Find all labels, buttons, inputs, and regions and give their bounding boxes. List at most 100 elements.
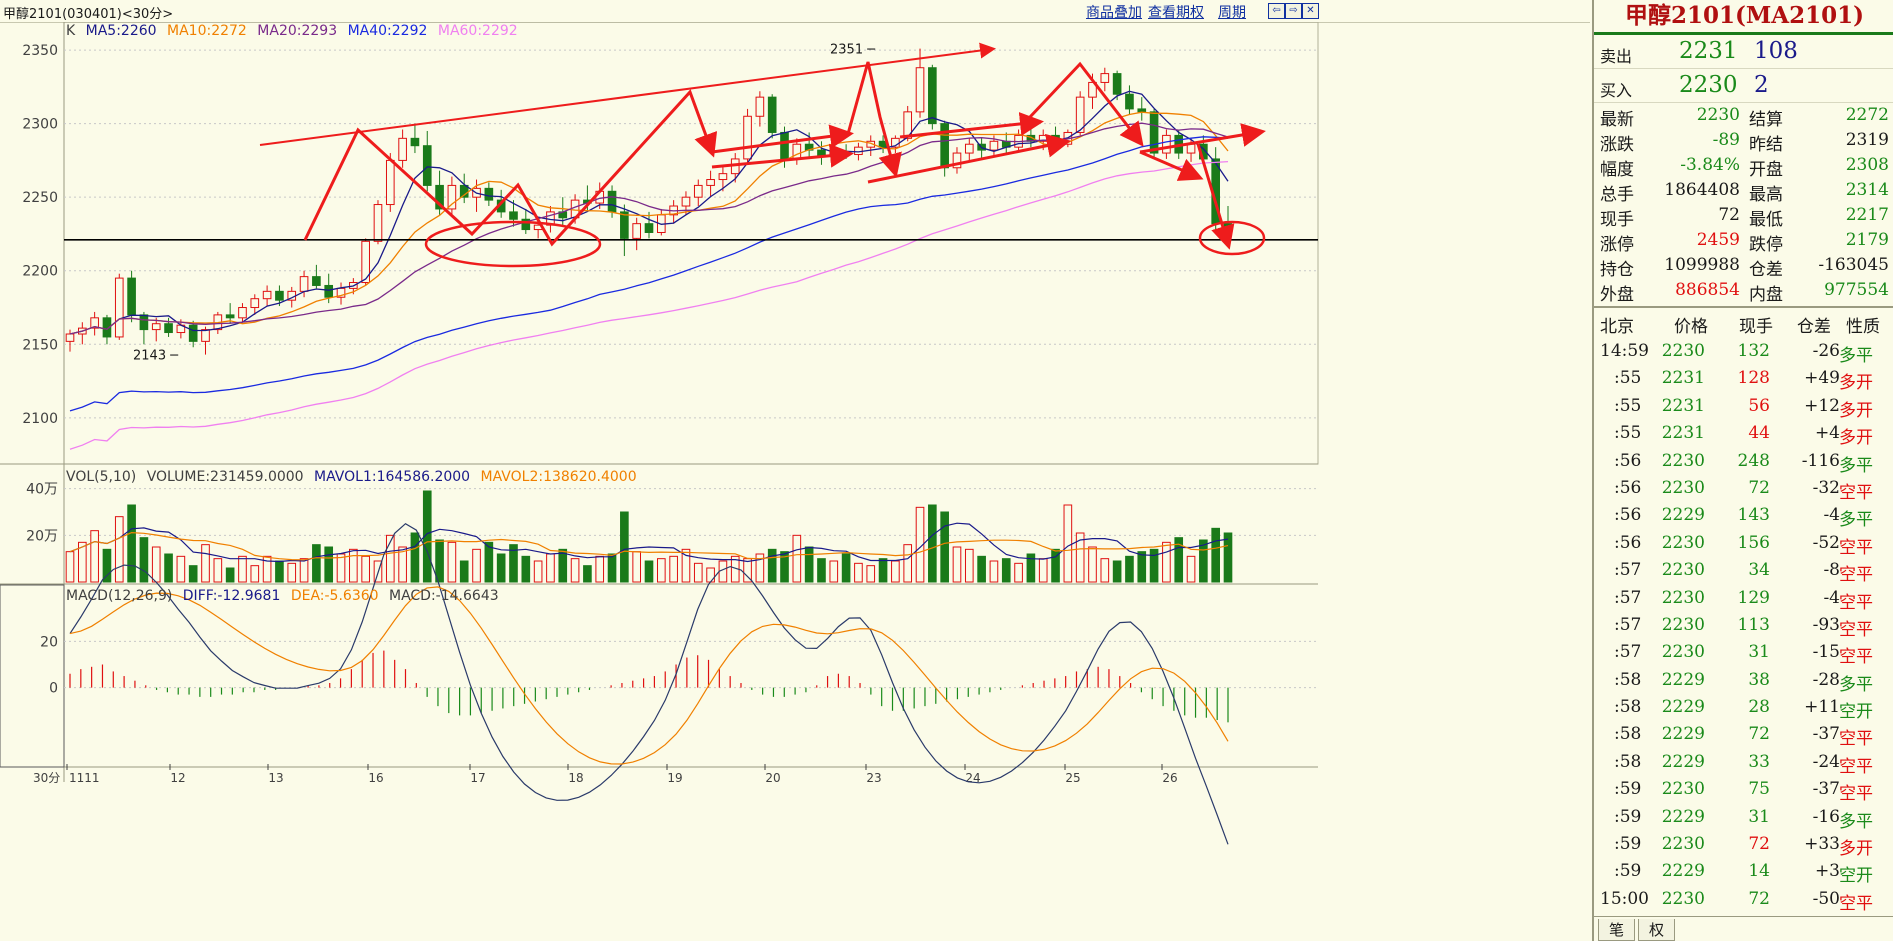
candle-body [201, 329, 210, 342]
tab-rights[interactable]: 权 [1638, 919, 1676, 941]
quote-value: 2179 [1845, 230, 1889, 250]
dea-legend: DEA:-5.6360 [290, 588, 379, 604]
bid-label: 买入 [1600, 81, 1633, 100]
quote-label: 现手 [1600, 210, 1634, 230]
candle-body [65, 333, 75, 342]
candle-body [767, 96, 777, 133]
trade-type: 空开 [1839, 702, 1873, 723]
diff-legend: DIFF:-12.9681 [182, 588, 281, 604]
ma20-legend: MA20:2293 [257, 23, 338, 39]
volume-bar [952, 546, 962, 583]
candle-body [989, 140, 999, 151]
macd-tick-label: 0 [49, 681, 58, 697]
trade-volume: 33 [1748, 751, 1770, 772]
candle-body [718, 173, 728, 181]
trade-oi-change: -16 [1812, 806, 1840, 827]
ma5-legend: MA5:2260 [85, 23, 157, 39]
volume-bar [792, 534, 802, 583]
window-right-icon[interactable]: ⇨ [1285, 3, 1302, 19]
volume-bar [546, 553, 555, 583]
quote-label: 总手 [1600, 185, 1634, 205]
tab-ticks[interactable]: 笔 [1598, 919, 1636, 941]
quote-row: 持仓 1099988 仓差 -163045 [1594, 253, 1893, 280]
volume-bar [447, 541, 457, 583]
trade-volume: 72 [1748, 477, 1770, 498]
trade-oi-change: -8 [1823, 560, 1840, 581]
period-link[interactable]: 周期 [1218, 2, 1246, 22]
trade-type: 多开 [1839, 428, 1873, 449]
candle-body [324, 284, 334, 298]
trade-volume: 72 [1748, 888, 1770, 909]
trade-volume: 38 [1748, 669, 1770, 690]
trade-oi-change: -93 [1812, 614, 1840, 635]
macd-legend: MACD(12,26,9) DIFF:-12.9681 DEA:-5.6360 … [66, 588, 505, 604]
quote-label: 涨停 [1600, 235, 1634, 255]
candle-body [188, 324, 198, 342]
candle-body [262, 290, 272, 300]
quote-value: 2217 [1845, 205, 1889, 225]
trade-oi-change: -37 [1812, 779, 1840, 800]
trade-volume: 31 [1748, 806, 1770, 827]
volume-bar [164, 553, 173, 583]
trade-type: 空开 [1839, 866, 1873, 887]
quote-value: 2308 [1845, 155, 1889, 175]
chart-area[interactable]: 2350 2300 2250 2200 2150 2100 40万 20万 20 0 1111 12 1… [0, 22, 1590, 941]
trades-list[interactable]: 14:59 2230 132 -26 多平:55 2231 128 +49 多开:55 2231 5… [1594, 338, 1893, 914]
volume-bar [275, 560, 284, 583]
trade-volume: 31 [1748, 642, 1770, 663]
candle-body [681, 196, 691, 207]
volume-bar [644, 560, 654, 583]
trade-price: 2231 [1661, 368, 1705, 389]
trade-volume: 113 [1737, 614, 1770, 635]
trade-price: 2229 [1661, 697, 1705, 718]
bid-volume: 2 [1754, 72, 1769, 98]
trade-row: :55 2231 128 +49 多开 [1594, 365, 1893, 393]
quote-value: 2459 [1696, 230, 1740, 250]
quote-value: 977554 [1824, 280, 1889, 300]
mavol2-legend: MAVOL2:138620.4000 [480, 469, 637, 485]
candle-body [312, 276, 321, 286]
volume-bar [891, 560, 900, 583]
options-link[interactable]: 查看期权 [1148, 2, 1204, 22]
trades-header-time: 北京 [1600, 317, 1634, 337]
price-tick-label: 2250 [22, 190, 58, 206]
trade-oi-change: +33 [1804, 834, 1840, 855]
volume-bar [1014, 562, 1023, 583]
candle-body [385, 159, 395, 206]
trade-type: 空平 [1839, 729, 1873, 750]
window-left-icon[interactable]: ⇦ [1268, 3, 1285, 19]
trade-row: :55 2231 56 +12 多开 [1594, 393, 1893, 421]
volume-bar [583, 565, 592, 583]
volume-bar [767, 548, 777, 583]
candle-body [792, 143, 802, 160]
candle-body [940, 123, 949, 169]
trade-oi-change: +11 [1804, 697, 1840, 718]
volume-bar [1125, 555, 1134, 583]
quote-value: -3.84% [1680, 155, 1740, 175]
volume-bar [1038, 558, 1048, 583]
x-tick-label: 17 [470, 771, 485, 785]
x-tick-label: 25 [1065, 771, 1080, 785]
trade-row: :59 2230 72 +33 多开 [1594, 831, 1893, 859]
trade-time: :58 [1614, 751, 1642, 772]
quote-row: 最新 2230 结算 2272 [1594, 103, 1893, 130]
macd-tick-label: 20 [40, 634, 58, 650]
x-tick-label: 26 [1162, 771, 1177, 785]
candle-body [1186, 143, 1196, 154]
candle-body [780, 131, 789, 160]
close-icon[interactable]: ✕ [1302, 3, 1319, 19]
trades-header-volume: 现手 [1739, 317, 1773, 337]
volume-bar [977, 555, 986, 583]
price-tick-label: 2150 [22, 337, 58, 353]
volume-bar [90, 530, 99, 583]
trade-volume: 129 [1737, 587, 1770, 608]
top-arrow [1028, 61, 1144, 147]
quote-label: 幅度 [1600, 160, 1634, 180]
volume-bar [151, 546, 161, 583]
overlay-link[interactable]: 商品叠加 [1086, 2, 1142, 22]
trade-oi-change: +3 [1814, 861, 1840, 882]
price-tick-label: 2100 [22, 411, 58, 427]
high-annotation: 2351 ─ [830, 43, 875, 58]
ma40-legend: MA40:2292 [347, 23, 428, 39]
bid-row: 买入 2230 2 [1594, 69, 1893, 103]
